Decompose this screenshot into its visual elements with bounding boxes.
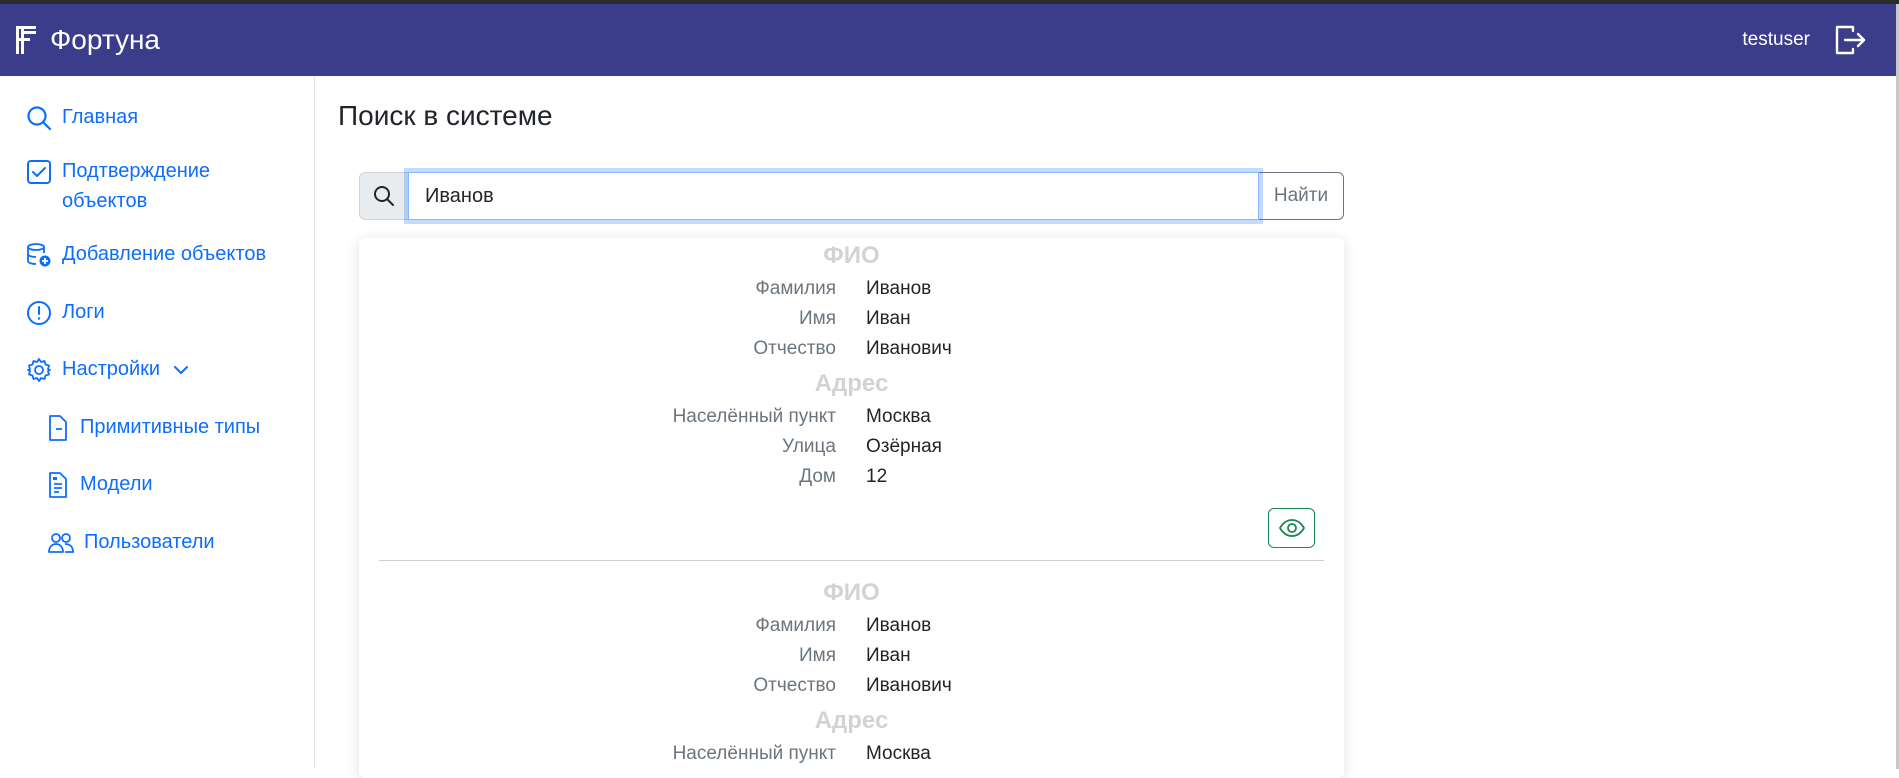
field-row: Имя Иван: [359, 641, 1344, 671]
page-title: Поиск в системе: [338, 100, 553, 132]
sidebar-item-label: Пользователи: [84, 527, 215, 557]
section-title-address: Адрес: [359, 370, 1344, 398]
sidebar-item-label: Примитивные типы: [80, 412, 260, 442]
sidebar-subitem-primitive-types[interactable]: Примитивные типы: [48, 412, 260, 442]
logout-icon[interactable]: [1832, 22, 1868, 58]
logo-icon: [16, 26, 36, 54]
section-title-fio: ФИО: [359, 579, 1344, 607]
sidebar-item-label: Главная: [62, 102, 138, 132]
field-value: Москва: [866, 402, 931, 432]
field-row: Населённый пункт Москва: [359, 739, 1344, 769]
sidebar-item-confirmation[interactable]: Подтверждение объектов: [26, 156, 210, 216]
field-value: Иванов: [866, 274, 931, 304]
field-row: Имя Иван: [359, 304, 1344, 334]
field-value: Иван: [866, 641, 911, 671]
search-addon: [359, 172, 408, 220]
eye-icon: [1279, 519, 1305, 537]
field-value: Иванович: [866, 334, 952, 364]
field-row: Улица Озёрная: [359, 432, 1344, 462]
field-label: Фамилия: [755, 274, 836, 304]
field-label: Имя: [799, 304, 836, 334]
gear-icon: [26, 357, 52, 383]
field-value: Озёрная: [866, 432, 942, 462]
field-label: Отчество: [753, 671, 836, 701]
sidebar-subitem-users[interactable]: Пользователи: [48, 527, 215, 557]
field-label: Фамилия: [755, 611, 836, 641]
search-button[interactable]: Найти: [1259, 172, 1344, 220]
check-square-icon: [26, 159, 52, 185]
sidebar-item-logs[interactable]: Логи: [26, 297, 105, 327]
database-add-icon: [26, 242, 52, 268]
field-label: Отчество: [753, 334, 836, 364]
section-title-address: Адрес: [359, 707, 1344, 735]
file-text-icon: [48, 472, 70, 498]
chevron-down-icon: [172, 361, 190, 379]
field-label: Населённый пункт: [673, 739, 836, 769]
field-value: Иванович: [866, 671, 952, 701]
people-icon: [48, 530, 74, 556]
sidebar-item-label: Модели: [80, 469, 153, 499]
field-value: Иванов: [866, 611, 931, 641]
sidebar-item-home[interactable]: Главная: [26, 102, 138, 132]
sidebar-item-label: Логи: [62, 297, 105, 327]
sidebar-item-label: Подтверждение: [62, 156, 210, 186]
file-minus-icon: [48, 415, 70, 441]
field-label: Населённый пункт: [673, 402, 836, 432]
sidebar-item-label: Настройки: [62, 354, 160, 384]
search-bar: Найти: [359, 172, 1344, 220]
field-label: Улица: [782, 432, 836, 462]
username: testuser: [1742, 29, 1810, 51]
field-row: Фамилия Иванов: [359, 611, 1344, 641]
search-results: ФИО Фамилия Иванов Имя Иван Отчество Ива…: [359, 238, 1344, 778]
field-row: Населённый пункт Москва: [359, 402, 1344, 432]
field-row: Фамилия Иванов: [359, 274, 1344, 304]
field-label: Дом: [799, 462, 836, 492]
field-label: Имя: [799, 641, 836, 671]
top-navbar: Фортуна testuser: [0, 4, 1896, 76]
field-row: Дом 12: [359, 462, 1344, 492]
field-value: 12: [866, 462, 887, 492]
search-input[interactable]: [408, 172, 1259, 220]
app-title: Фортуна: [50, 24, 160, 56]
result-divider: [379, 560, 1324, 561]
sidebar-item-label: Добавление объектов: [62, 239, 266, 269]
main-content: Поиск в системе Найти ФИО Фамилия Иванов…: [316, 76, 1896, 769]
exclamation-circle-icon: [26, 300, 52, 326]
sidebar-item-label-line2: объектов: [62, 186, 210, 216]
field-row: Отчество Иванович: [359, 671, 1344, 701]
search-icon: [26, 105, 52, 131]
sidebar-subitem-models[interactable]: Модели: [48, 469, 153, 499]
sidebar: Главная Подтверждение объектов Добавлени…: [0, 76, 315, 769]
sidebar-item-add-objects[interactable]: Добавление объектов: [26, 239, 266, 269]
view-button[interactable]: [1268, 508, 1315, 548]
field-row: Отчество Иванович: [359, 334, 1344, 364]
section-title-fio: ФИО: [359, 242, 1344, 270]
field-value: Москва: [866, 739, 931, 769]
field-value: Иван: [866, 304, 911, 334]
sidebar-item-settings[interactable]: Настройки: [26, 354, 200, 384]
search-icon: [373, 185, 395, 207]
brand[interactable]: Фортуна: [16, 24, 160, 56]
